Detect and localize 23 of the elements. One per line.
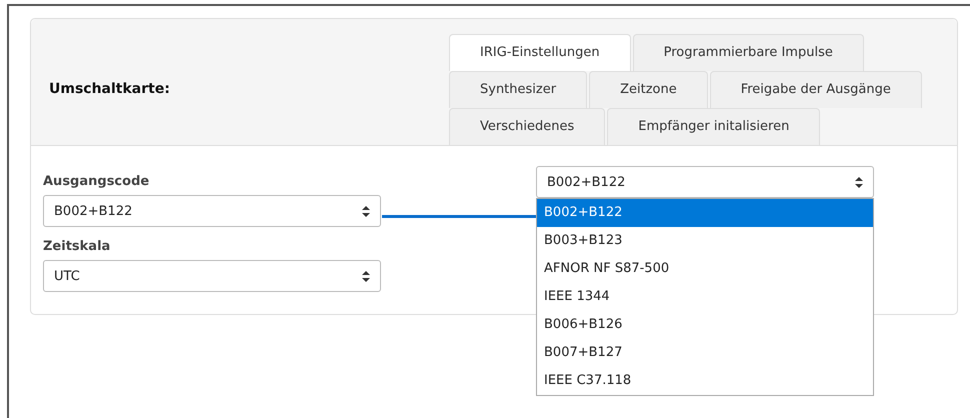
tab[interactable]: IRIG-Einstellungen (449, 34, 631, 71)
tab[interactable]: Verschiedenes (449, 108, 606, 145)
tab[interactable]: Zeitzone (589, 71, 708, 108)
tab[interactable]: Empfänger initalisieren (607, 108, 820, 145)
spinner-icon (362, 206, 370, 216)
field-label: Zeitskala (43, 239, 110, 254)
dropdown-option[interactable]: IEEE C37.118 (537, 367, 873, 395)
tab[interactable]: Programmierbare Impulse (632, 34, 864, 71)
dropdown-option[interactable]: B007+B127 (537, 339, 873, 367)
dropdown-option[interactable]: AFNOR NF S87-500 (537, 255, 873, 283)
tab[interactable]: Freigabe der Ausgänge (710, 71, 922, 108)
select-field[interactable]: B002+B122 (536, 166, 874, 198)
dropdown-option[interactable]: IEEE 1344 (537, 283, 873, 311)
select-field[interactable]: B002+B122 (43, 195, 381, 227)
field-label: Ausgangscode (43, 174, 150, 189)
dropdown-option[interactable]: B002+B122 (537, 199, 873, 227)
card-title: Umschaltkarte: (48, 80, 171, 96)
spinner-icon (855, 176, 863, 188)
select-field[interactable]: UTC (43, 260, 381, 292)
tab[interactable]: Synthesizer (449, 71, 588, 108)
dropdown-option[interactable]: B006+B126 (537, 311, 873, 339)
spinner-icon (362, 270, 370, 282)
dropdown-option[interactable]: B003+B123 (537, 227, 873, 255)
